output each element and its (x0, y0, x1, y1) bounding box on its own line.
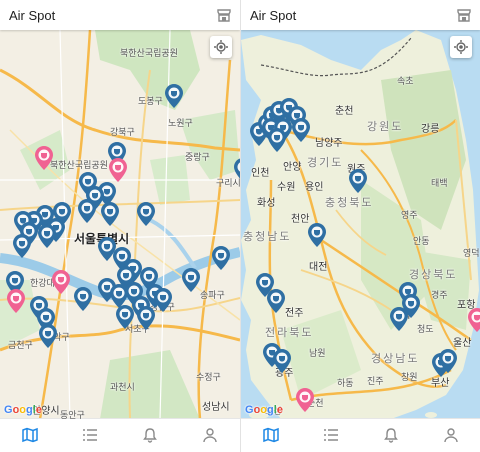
app-bar: Air Spot (241, 0, 480, 30)
map-label: 대전 (309, 262, 328, 273)
map-label: 성남시 (202, 402, 230, 413)
map-label: 청도 (417, 324, 434, 334)
map-label: 도봉구 (138, 96, 163, 106)
store-icon[interactable] (216, 7, 232, 23)
google-logo: Google (245, 404, 283, 416)
map-label: 수원 (277, 182, 296, 193)
air-spot-marker[interactable] (390, 307, 408, 331)
map-label: 천안 (291, 214, 310, 225)
map-label: 경상남도 (371, 353, 420, 365)
bell-icon[interactable] (383, 427, 399, 443)
map-label: 진주 (367, 376, 384, 386)
map-label: 태백 (431, 178, 448, 188)
my-location-button[interactable] (210, 36, 232, 58)
air-spot-marker[interactable] (468, 308, 480, 332)
air-spot-marker[interactable] (52, 270, 70, 294)
air-spot-marker[interactable] (116, 305, 134, 329)
my-location-button[interactable] (450, 36, 472, 58)
air-spot-marker[interactable] (439, 349, 457, 373)
air-spot-marker[interactable] (165, 84, 183, 108)
map-view[interactable]: 북한산국립공원 노원구 강북구 도봉구 북한산국립공원 중랑구 구리시 서울특별… (0, 30, 240, 419)
store-icon[interactable] (456, 7, 472, 23)
map-label: 수정구 (196, 372, 221, 382)
map-label: 전라북도 (265, 327, 314, 339)
air-spot-marker[interactable] (154, 288, 172, 312)
air-spot-marker[interactable] (39, 324, 57, 348)
map-icon[interactable] (263, 427, 279, 443)
air-spot-marker[interactable] (101, 202, 119, 226)
air-spot-marker[interactable] (7, 289, 25, 313)
person-icon[interactable] (443, 427, 459, 443)
map-label: 경기도 (307, 157, 344, 169)
map-label: 강북구 (110, 127, 135, 137)
map-label: 전주 (285, 308, 304, 319)
google-logo: Google (4, 404, 42, 416)
map-label: 영덕 (463, 248, 480, 258)
map-label: 화성 (257, 198, 276, 209)
my-location-icon (454, 40, 468, 54)
air-spot-marker[interactable] (268, 128, 286, 152)
map-label: 강릉 (421, 124, 440, 135)
map-label: 북한산국립공원 (120, 48, 178, 58)
screen-seoul: Air Spot 북한산국립공원 노원구 강북구 도봉구 북한산국립공원 중랑구… (0, 0, 240, 452)
map-label: 경상북도 (409, 269, 458, 281)
map-view[interactable]: 속초 춘천 강원도 강릉 남양주 인천 안양 경기도 원주 수원 용인 태백 화… (241, 30, 480, 419)
map-label: 중랑구 (185, 152, 210, 162)
air-spot-marker[interactable] (182, 268, 200, 292)
air-spot-marker[interactable] (296, 388, 314, 412)
map-label: 영주 (401, 210, 418, 220)
air-spot-marker[interactable] (137, 202, 155, 226)
map-label: 인천 (251, 168, 270, 179)
bottom-navigation (0, 418, 240, 452)
bottom-navigation (241, 418, 480, 452)
map-label: 안동 (413, 236, 430, 246)
air-spot-marker[interactable] (349, 169, 367, 193)
air-spot-marker[interactable] (308, 223, 326, 247)
map-label: 남원 (309, 348, 326, 358)
air-spot-marker[interactable] (35, 146, 53, 170)
app-title: Air Spot (250, 8, 297, 23)
list-icon[interactable] (323, 427, 339, 443)
map-label: 울산 (453, 338, 472, 349)
map-label: 송파구 (200, 290, 225, 300)
map-icon[interactable] (22, 427, 38, 443)
map-label: 안양 (283, 162, 302, 173)
air-spot-marker[interactable] (38, 224, 56, 248)
air-spot-marker[interactable] (292, 118, 310, 142)
map-label: 충청북도 (325, 197, 374, 209)
map-label: 하동 (337, 378, 354, 388)
air-spot-marker[interactable] (13, 234, 31, 258)
air-spot-marker[interactable] (273, 349, 291, 373)
air-spot-marker[interactable] (212, 246, 230, 270)
air-spot-marker[interactable] (234, 158, 240, 182)
list-icon[interactable] (82, 427, 98, 443)
map-label: 노원구 (168, 118, 193, 128)
map-label: 동안구 (60, 410, 85, 419)
app-bar: Air Spot (0, 0, 240, 30)
my-location-icon (214, 40, 228, 54)
map-label: 창원 (401, 372, 418, 382)
person-icon[interactable] (202, 427, 218, 443)
air-spot-marker[interactable] (109, 158, 127, 182)
map-label: 속초 (397, 76, 414, 86)
app-title: Air Spot (9, 8, 56, 23)
air-spot-marker[interactable] (78, 199, 96, 223)
map-label: 과천시 (110, 382, 135, 392)
map-label: 용인 (305, 182, 324, 193)
map-label: 금천구 (8, 340, 33, 350)
screen-korea: Air Spot 속초 춘천 강원도 강릉 남양주 인천 안양 경기도 수원 용… (240, 0, 480, 452)
map-label: 남양주 (315, 138, 343, 149)
bell-icon[interactable] (142, 427, 158, 443)
map-label: 춘천 (335, 106, 354, 117)
map-label: 북한산국립공원 (50, 160, 108, 170)
air-spot-marker[interactable] (267, 289, 285, 313)
map-label: 경주 (431, 290, 448, 300)
air-spot-marker[interactable] (137, 306, 155, 330)
map-label: 충청남도 (243, 231, 292, 243)
air-spot-marker[interactable] (74, 287, 92, 311)
map-label: 강원도 (367, 121, 404, 133)
